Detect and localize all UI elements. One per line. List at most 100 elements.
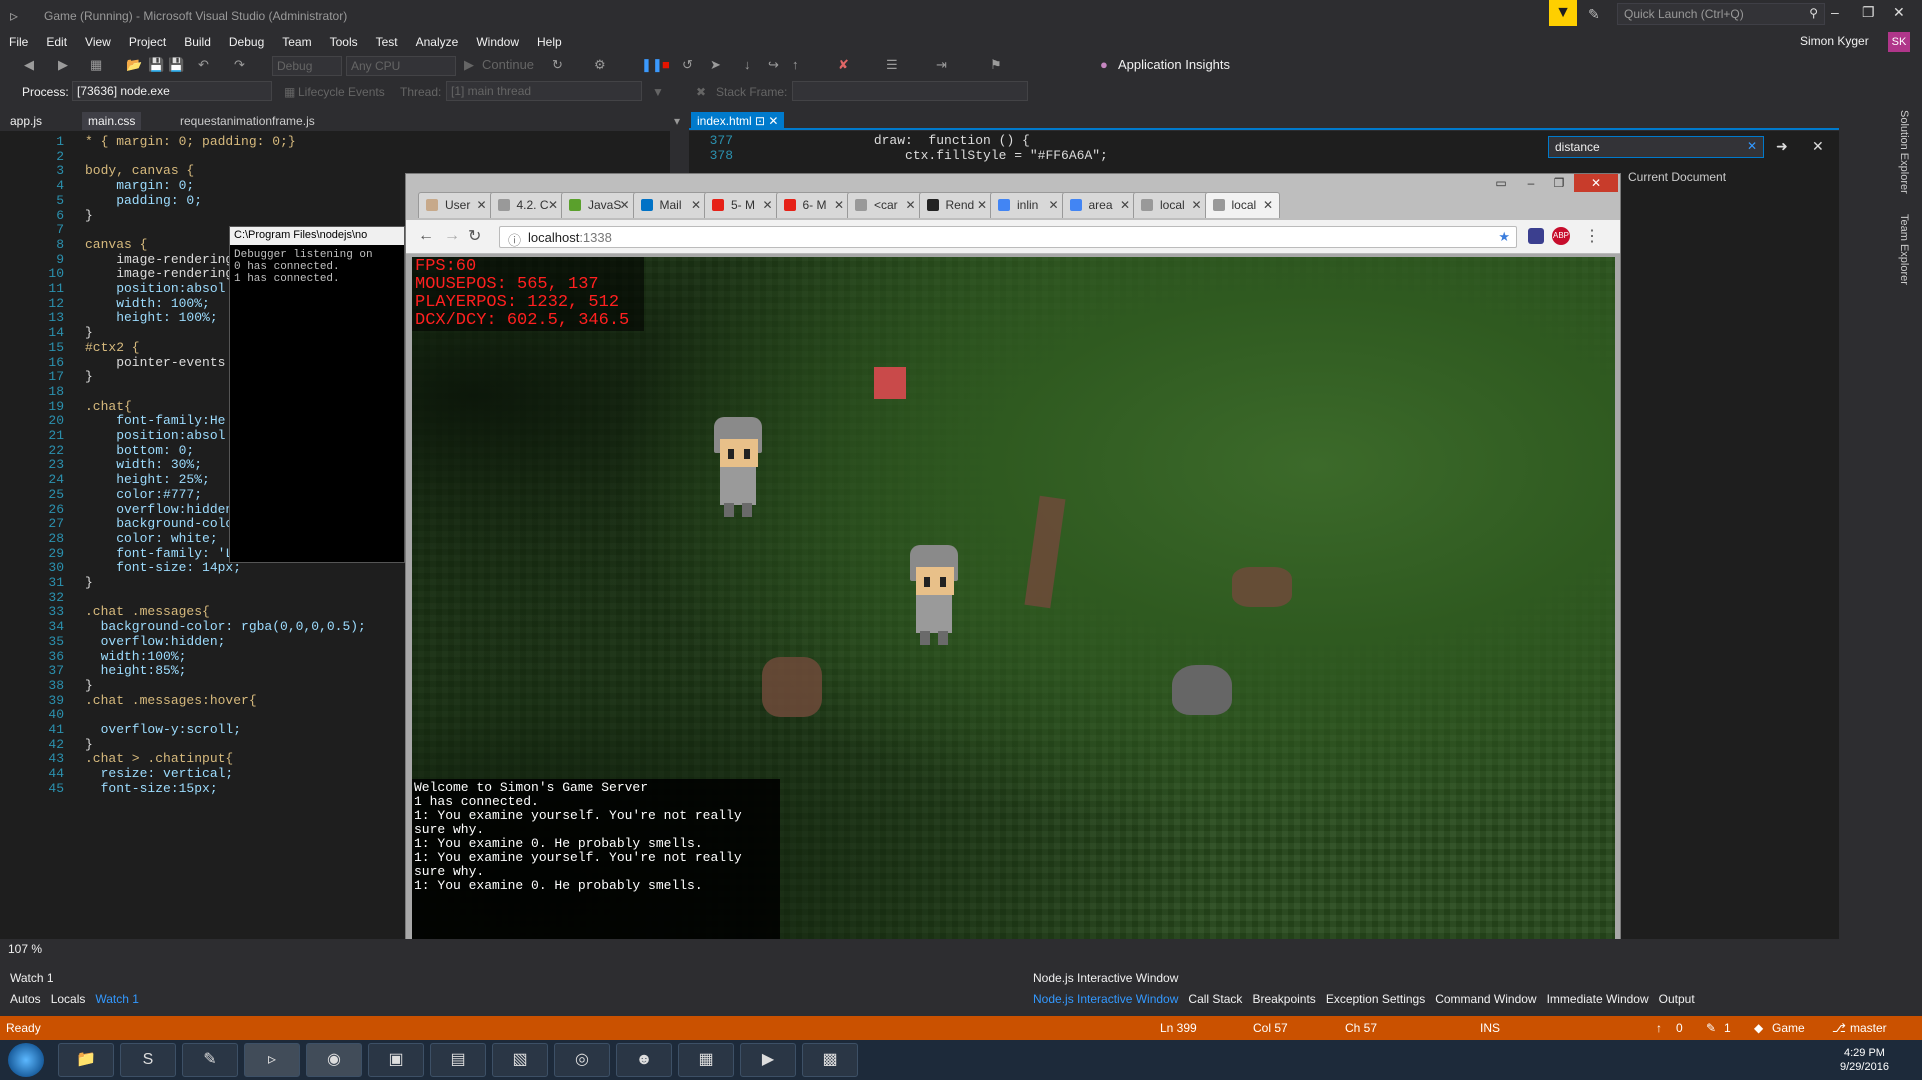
minimize-button[interactable]: – xyxy=(1831,4,1839,20)
media-icon[interactable]: ◎ xyxy=(554,1043,610,1077)
tab-command-window[interactable]: Command Window xyxy=(1435,992,1536,1006)
close-tab-icon[interactable]: ✕ xyxy=(1191,198,1201,212)
menu-team[interactable]: Team xyxy=(273,32,320,52)
menu-tools[interactable]: Tools xyxy=(321,32,367,52)
extension-icon[interactable] xyxy=(1528,228,1544,244)
tab-breakpoints[interactable]: Breakpoints xyxy=(1252,992,1315,1006)
messenger-icon[interactable]: ☻ xyxy=(616,1043,672,1077)
tab-call-stack[interactable]: Call Stack xyxy=(1188,992,1242,1006)
editor-icon[interactable]: ✎ xyxy=(182,1043,238,1077)
forward-arrow-icon[interactable]: → xyxy=(444,227,460,245)
close-tab-icon[interactable]: ✕ xyxy=(977,198,987,212)
terminal-icon[interactable]: ▩ xyxy=(802,1043,858,1077)
comment-icon[interactable]: ☰ xyxy=(886,57,898,73)
menu-window[interactable]: Window xyxy=(467,32,528,52)
process-select[interactable]: [73636] node.exe xyxy=(72,81,272,101)
tab-node-js-interactive-window[interactable]: Node.js Interactive Window xyxy=(1033,992,1178,1006)
address-bar[interactable]: ⓘ localhost:1338 ★ xyxy=(499,226,1517,248)
close-tab-icon[interactable]: ✕ xyxy=(691,198,701,212)
save-icon[interactable]: 💾 xyxy=(148,57,164,73)
save-all-icon[interactable]: 💾 xyxy=(168,57,184,73)
bookmark-icon[interactable]: ⚑ xyxy=(990,57,1002,73)
clear-find-icon[interactable]: ✕ xyxy=(1747,139,1757,153)
navigate-back-icon[interactable]: ◀ xyxy=(24,57,34,73)
application-insights-button[interactable]: Application Insights xyxy=(1118,57,1230,72)
menu-analyze[interactable]: Analyze xyxy=(407,32,468,52)
pause-icon[interactable]: ❚❚ xyxy=(641,57,663,73)
close-tab-icon[interactable]: ✕ xyxy=(834,198,844,212)
menu-file[interactable]: File xyxy=(0,32,37,52)
tab-output[interactable]: Output xyxy=(1659,992,1695,1006)
tab-autos[interactable]: Autos xyxy=(10,992,41,1006)
menu-view[interactable]: View xyxy=(76,32,120,52)
tetris-icon[interactable]: ▧ xyxy=(492,1043,548,1077)
step-over-icon[interactable]: ↪ xyxy=(768,57,779,73)
redo-icon[interactable]: ↷ xyxy=(234,57,245,73)
step-into-icon[interactable]: ↓ xyxy=(744,57,751,72)
tab-requestanimationframe-js[interactable]: requestanimationframe.js xyxy=(174,112,321,130)
browser-tab[interactable]: local ✕ xyxy=(1133,192,1209,218)
close-tab-icon[interactable]: ✕ xyxy=(1048,198,1058,212)
feedback-icon[interactable]: ✎ xyxy=(1588,6,1600,23)
menu-test[interactable]: Test xyxy=(367,32,407,52)
find-next-icon[interactable]: ➜ xyxy=(1776,138,1788,155)
browser-maximize-button[interactable]: ❐ xyxy=(1546,174,1572,192)
zoom-level[interactable]: 107 % xyxy=(8,942,42,956)
browser-tab[interactable]: Mail ✕ xyxy=(632,192,708,218)
close-button[interactable]: ✕ xyxy=(1893,4,1905,21)
tab-watch-1[interactable]: Watch 1 xyxy=(95,992,139,1006)
browser-tab[interactable]: area ✕ xyxy=(1061,192,1137,218)
chrome-icon[interactable]: ◉ xyxy=(306,1043,362,1077)
menu-project[interactable]: Project xyxy=(120,32,175,52)
browser-user-icon[interactable]: ▭ xyxy=(1488,174,1514,192)
tab-app-js[interactable]: app.js xyxy=(4,112,48,130)
menu-edit[interactable]: Edit xyxy=(37,32,76,52)
adblock-icon[interactable]: ABP xyxy=(1552,227,1570,245)
indent-icon[interactable]: ⇥ xyxy=(936,57,947,73)
close-tab-icon[interactable]: ✕ xyxy=(1263,198,1273,212)
close-tab-icon[interactable]: ✕ xyxy=(762,198,772,212)
player-sprite-1[interactable] xyxy=(906,545,962,645)
browser-tab[interactable]: 4.2. C ✕ xyxy=(489,192,565,218)
step-out-icon[interactable]: ↑ xyxy=(792,57,799,72)
menu-build[interactable]: Build xyxy=(175,32,220,52)
system-clock[interactable]: 4:29 PM 9/29/2016 xyxy=(1840,1046,1889,1074)
chrome-browser-window[interactable]: User ✕ 4.2. C ✕ JavaS ✕ Mail ✕ 5- M ✕ 6- M ✕ <car ✕ Re… xyxy=(405,173,1621,955)
platform-select[interactable]: Any CPU xyxy=(346,56,456,76)
toolbox-icon[interactable]: ▣ xyxy=(368,1043,424,1077)
close-find-icon[interactable]: ✕ xyxy=(1812,138,1824,155)
browser-tab[interactable]: Rend ✕ xyxy=(918,192,994,218)
configuration-select[interactable]: Debug xyxy=(272,56,342,76)
browser-tab[interactable]: local ✕ xyxy=(1204,192,1280,218)
maximize-button[interactable]: ❐ xyxy=(1862,4,1875,21)
tab-locals[interactable]: Locals xyxy=(51,992,86,1006)
browser-tab[interactable]: 5- M ✕ xyxy=(704,192,780,218)
team-explorer-tab[interactable]: Team Explorer xyxy=(1898,214,1910,285)
repository-name[interactable]: Game xyxy=(1772,1021,1805,1035)
browser-tab[interactable]: <car ✕ xyxy=(847,192,923,218)
bookmark-star-icon[interactable]: ★ xyxy=(1498,229,1510,245)
node-console-window[interactable]: C:\Program Files\nodejs\no Debugger list… xyxy=(229,226,405,563)
browser-tab[interactable]: JavaS ✕ xyxy=(561,192,637,218)
file-explorer-icon[interactable]: 📁 xyxy=(58,1043,114,1077)
start-button[interactable] xyxy=(8,1043,44,1077)
continue-icon[interactable]: ▶ xyxy=(464,57,474,73)
undo-icon[interactable]: ↶ xyxy=(198,57,209,73)
reload-icon[interactable]: ↻ xyxy=(468,226,481,246)
player-sprite-0[interactable] xyxy=(710,417,766,517)
close-tab-icon[interactable]: ✕ xyxy=(476,198,486,212)
open-file-icon[interactable]: 📂 xyxy=(126,57,142,73)
chrome-menu-icon[interactable]: ⋮ xyxy=(1584,226,1600,246)
avatar[interactable]: SK xyxy=(1888,32,1910,52)
restart-icon[interactable]: ↺ xyxy=(682,57,693,73)
find-input[interactable]: distance ✕ xyxy=(1548,136,1764,158)
pending-push-icon[interactable]: ↑ xyxy=(1656,1021,1662,1035)
navigate-forward-icon[interactable]: ▶ xyxy=(58,57,68,73)
browser-tab[interactable]: 6- M ✕ xyxy=(775,192,851,218)
browser-tab[interactable]: User ✕ xyxy=(418,192,494,218)
visual-studio-icon[interactable]: ▹ xyxy=(244,1043,300,1077)
tab-index-html[interactable]: index.html ⊡ ✕ xyxy=(691,112,785,130)
media-player-icon[interactable]: ▶ xyxy=(740,1043,796,1077)
remote-desktop-icon[interactable]: ▤ xyxy=(430,1043,486,1077)
quick-launch-input[interactable]: Quick Launch (Ctrl+Q) ⚲ xyxy=(1617,3,1825,25)
